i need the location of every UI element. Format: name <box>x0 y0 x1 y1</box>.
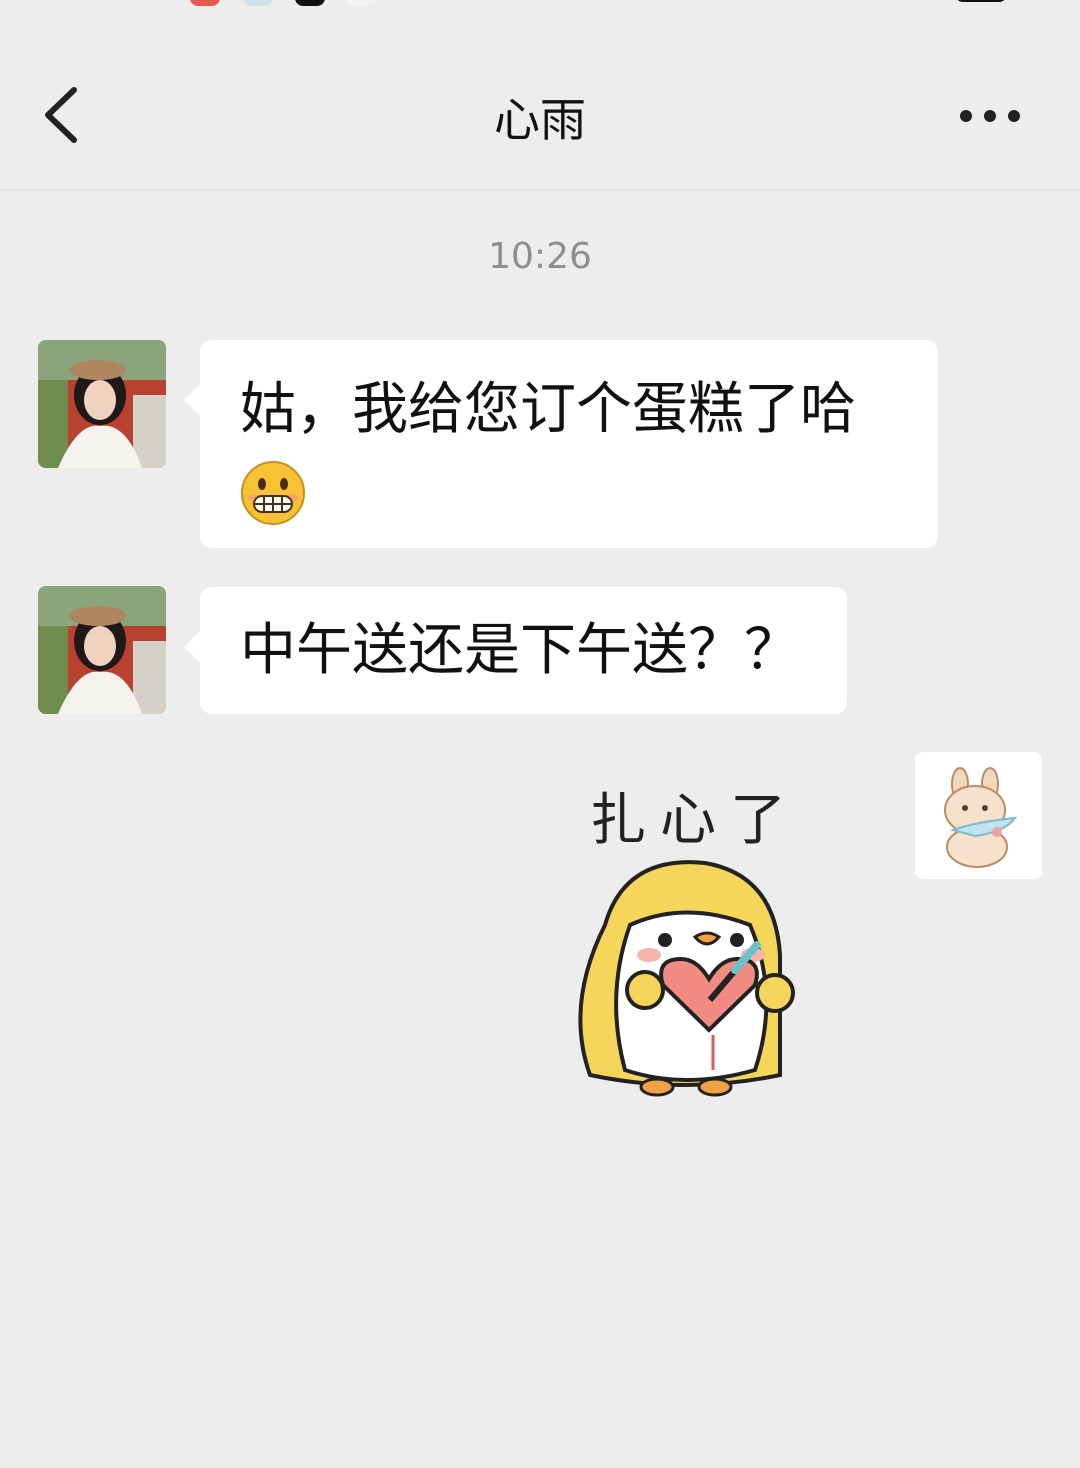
ellipsis-icon <box>960 110 1020 122</box>
bunny-avatar-icon <box>915 752 1042 879</box>
notification-icon <box>190 0 220 6</box>
status-bar <box>0 0 1080 8</box>
notification-icon <box>295 0 325 6</box>
notification-icon <box>243 0 273 6</box>
contact-avatar[interactable] <box>38 340 166 468</box>
my-avatar[interactable] <box>915 752 1042 879</box>
more-options-button[interactable] <box>950 96 1030 136</box>
message-timestamp: 10:26 <box>488 236 592 277</box>
avatar-photo <box>38 586 166 714</box>
penguin-sticker-icon <box>578 860 795 1097</box>
avatar-photo <box>38 340 166 468</box>
contact-avatar[interactable] <box>38 586 166 714</box>
grimacing-face-icon <box>241 460 305 525</box>
chat-title: 心雨 <box>494 93 586 147</box>
message-bubble[interactable]: 姑，我给您订个蛋糕了哈 <box>184 340 938 548</box>
message-text: 中午送还是下午送？？ <box>240 618 800 683</box>
sticker-message[interactable]: 扎心了 <box>565 775 805 1115</box>
message-text: 姑，我给您订个蛋糕了哈 <box>240 377 856 442</box>
notification-icon <box>347 0 377 6</box>
message-bubble[interactable]: 中午送还是下午送？？ <box>184 587 847 714</box>
battery-icon <box>955 0 1007 2</box>
sticker-caption: 扎心了 <box>590 788 800 853</box>
chat-screen: 心雨 10:26 姑，我给您订个蛋糕了哈 中午送还是下午送？？ 扎心了 <box>0 0 1080 1468</box>
chat-header: 心雨 <box>0 40 1080 190</box>
